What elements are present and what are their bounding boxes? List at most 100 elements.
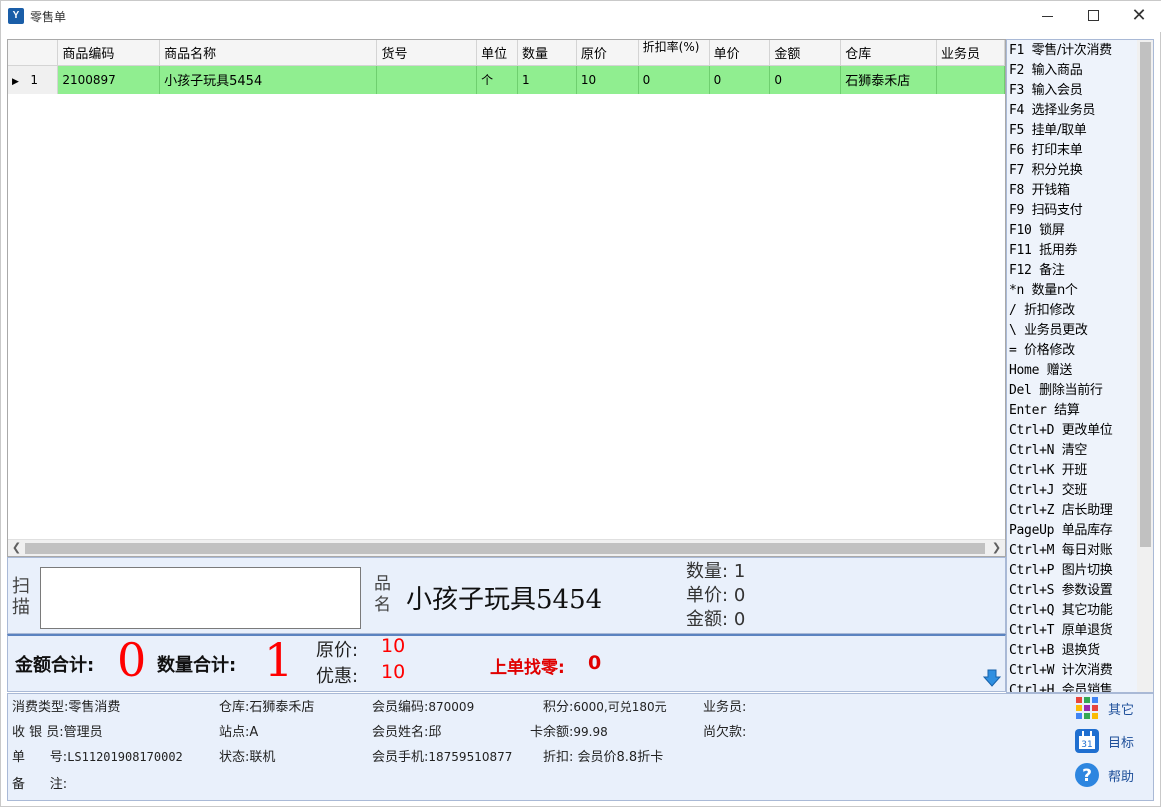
column-header-code[interactable]: 商品编码	[57, 40, 161, 66]
cell-discount[interactable]: 0	[638, 65, 710, 94]
cell-amount[interactable]: 0	[769, 65, 842, 94]
arrow-down-icon[interactable]	[983, 669, 1001, 687]
help-button[interactable]: ? 帮助	[1072, 762, 1152, 790]
shortcut-item[interactable]: F12 备注	[1009, 261, 1137, 281]
shortcut-item[interactable]: Ctrl+K 开班	[1009, 461, 1137, 481]
column-header-salesman[interactable]: 业务员	[936, 40, 1005, 66]
shortcut-item[interactable]: F1 零售/计次消费	[1009, 41, 1137, 61]
scroll-thumb[interactable]	[1140, 42, 1151, 547]
scan-summary: 数量: 1 单价: 0 金额: 0	[686, 560, 806, 632]
svg-text:31: 31	[1081, 740, 1092, 750]
shortcut-item[interactable]: F2 输入商品	[1009, 61, 1137, 81]
column-header-sku[interactable]: 货号	[376, 40, 478, 66]
column-header-name[interactable]: 商品名称	[159, 40, 378, 66]
cell-qty[interactable]: 1	[517, 65, 577, 94]
member-discount: 折扣: 会员价8.8折卡	[543, 750, 664, 765]
shortcut-item[interactable]: Ctrl+T 原单退货	[1009, 621, 1137, 641]
shortcut-label: 价格修改	[1024, 343, 1075, 358]
shortcut-item[interactable]: Ctrl+P 图片切换	[1009, 561, 1137, 581]
scroll-left-icon[interactable]: ❮	[8, 540, 25, 556]
shortcut-item[interactable]: F10 锁屏	[1009, 221, 1137, 241]
info-site: 站点:A	[219, 725, 259, 740]
shortcut-key: F4	[1009, 103, 1025, 118]
shortcut-item[interactable]: Ctrl+M 每日对账	[1009, 541, 1137, 561]
cell-price[interactable]: 0	[709, 65, 771, 94]
horizontal-scrollbar[interactable]: ❮ ❯	[8, 539, 1005, 556]
column-header-orig-price[interactable]: 原价	[576, 40, 639, 66]
column-header-qty[interactable]: 数量	[517, 40, 577, 66]
shortcut-item[interactable]: Ctrl+H 会员销售	[1009, 681, 1137, 692]
shortcut-item[interactable]: Ctrl+D 更改单位	[1009, 421, 1137, 441]
cell-sku[interactable]	[376, 65, 478, 94]
scroll-right-icon[interactable]: ❯	[988, 540, 1005, 556]
product-grid: 商品编码 商品名称 货号 单位 数量 原价 折扣率(%) 单价 金额 仓库 业务…	[7, 39, 1006, 557]
totals-panel: 金额合计: 0 数量合计: 1 原价: 10 优惠: 10 上单找零: 0	[7, 634, 1006, 692]
original-price-label: 原价:	[316, 640, 359, 661]
original-price-value: 10	[381, 635, 406, 657]
cell-unit[interactable]: 个	[476, 65, 519, 94]
shortcut-item[interactable]: / 折扣修改	[1009, 301, 1137, 321]
column-header-warehouse[interactable]: 仓库	[840, 40, 938, 66]
minimize-button[interactable]	[1024, 1, 1070, 32]
shortcut-key: F2	[1009, 63, 1025, 78]
cell-salesman[interactable]	[936, 65, 1005, 94]
table-row[interactable]: ▶ 1 2100897 小孩子玩具5454 个 1 10 0 0 0 石狮泰禾店	[8, 65, 1005, 94]
shortcut-item[interactable]: Ctrl+S 参数设置	[1009, 581, 1137, 601]
column-header-price[interactable]: 单价	[709, 40, 771, 66]
shortcut-item[interactable]: F8 开钱箱	[1009, 181, 1137, 201]
target-button[interactable]: 31 目标	[1072, 728, 1152, 756]
shortcut-label: 删除当前行	[1039, 383, 1103, 398]
row-header-cell[interactable]: ▶ 1	[8, 65, 59, 94]
close-button[interactable]: ✕	[1116, 1, 1161, 32]
shortcut-label: 积分兑换	[1031, 163, 1083, 178]
shortcut-item[interactable]: PageUp 单品库存	[1009, 521, 1137, 541]
cell-orig-price[interactable]: 10	[576, 65, 639, 94]
shortcut-item[interactable]: *n 数量n个	[1009, 281, 1137, 301]
shortcut-key: Ctrl+P	[1009, 563, 1055, 578]
vertical-scrollbar[interactable]	[1137, 40, 1153, 692]
shortcut-item[interactable]: \ 业务员更改	[1009, 321, 1137, 341]
cell-warehouse[interactable]: 石狮泰禾店	[840, 65, 938, 94]
cell-code[interactable]: 2100897	[57, 65, 161, 94]
shortcut-item[interactable]: Ctrl+J 交班	[1009, 481, 1137, 501]
shortcut-item[interactable]: F5 挂单/取单	[1009, 121, 1137, 141]
scroll-thumb[interactable]	[25, 543, 985, 554]
scan-input[interactable]	[40, 567, 361, 629]
column-header-unit[interactable]: 单位	[476, 40, 519, 66]
shortcut-item[interactable]: = 价格修改	[1009, 341, 1137, 361]
cell-name[interactable]: 小孩子玩具5454	[159, 65, 378, 94]
column-header-discount[interactable]: 折扣率(%)	[638, 40, 710, 66]
shortcut-item[interactable]: F4 选择业务员	[1009, 101, 1137, 121]
shortcut-key: Del	[1009, 383, 1032, 398]
other-button-label: 其它	[1108, 703, 1135, 718]
close-icon: ✕	[1131, 5, 1147, 26]
shortcut-item[interactable]: Enter 结算	[1009, 401, 1137, 421]
other-button[interactable]: 其它	[1072, 695, 1152, 723]
shortcut-item[interactable]: Ctrl+W 计次消费	[1009, 661, 1137, 681]
shortcut-item[interactable]: F3 输入会员	[1009, 81, 1137, 101]
shortcut-item[interactable]: F7 积分兑换	[1009, 161, 1137, 181]
info-panel: 消费类型:零售消费 收 银 员:管理员 单 号:LS11201908170002…	[7, 693, 1154, 801]
column-header-amount[interactable]: 金额	[769, 40, 842, 66]
shortcut-label: 抵用券	[1039, 243, 1078, 258]
shortcut-item[interactable]: F6 打印末单	[1009, 141, 1137, 161]
member-code: 会员编码:870009	[372, 700, 475, 715]
shortcut-item[interactable]: Ctrl+Z 店长助理	[1009, 501, 1137, 521]
shortcut-key: F1	[1009, 43, 1025, 58]
qty-label: 数量:	[686, 561, 729, 582]
shortcut-key: F8	[1009, 183, 1025, 198]
shortcut-label: 店长助理	[1061, 503, 1113, 518]
shortcut-item[interactable]: Ctrl+N 清空	[1009, 441, 1137, 461]
shortcut-key: F10	[1009, 223, 1032, 238]
shortcut-item[interactable]: Ctrl+Q 其它功能	[1009, 601, 1137, 621]
shortcut-key: *n	[1009, 283, 1025, 298]
shortcut-item[interactable]: F11 抵用券	[1009, 241, 1137, 261]
maximize-button[interactable]	[1070, 1, 1116, 32]
last-change-label: 上单找零:	[490, 658, 565, 678]
shortcut-item[interactable]: Ctrl+B 退换货	[1009, 641, 1137, 661]
shortcut-item[interactable]: Home 赠送	[1009, 361, 1137, 381]
qty-total-label: 数量合计:	[157, 655, 237, 676]
shortcut-label: 折扣修改	[1024, 303, 1075, 318]
shortcut-item[interactable]: Del 删除当前行	[1009, 381, 1137, 401]
shortcut-item[interactable]: F9 扫码支付	[1009, 201, 1137, 221]
